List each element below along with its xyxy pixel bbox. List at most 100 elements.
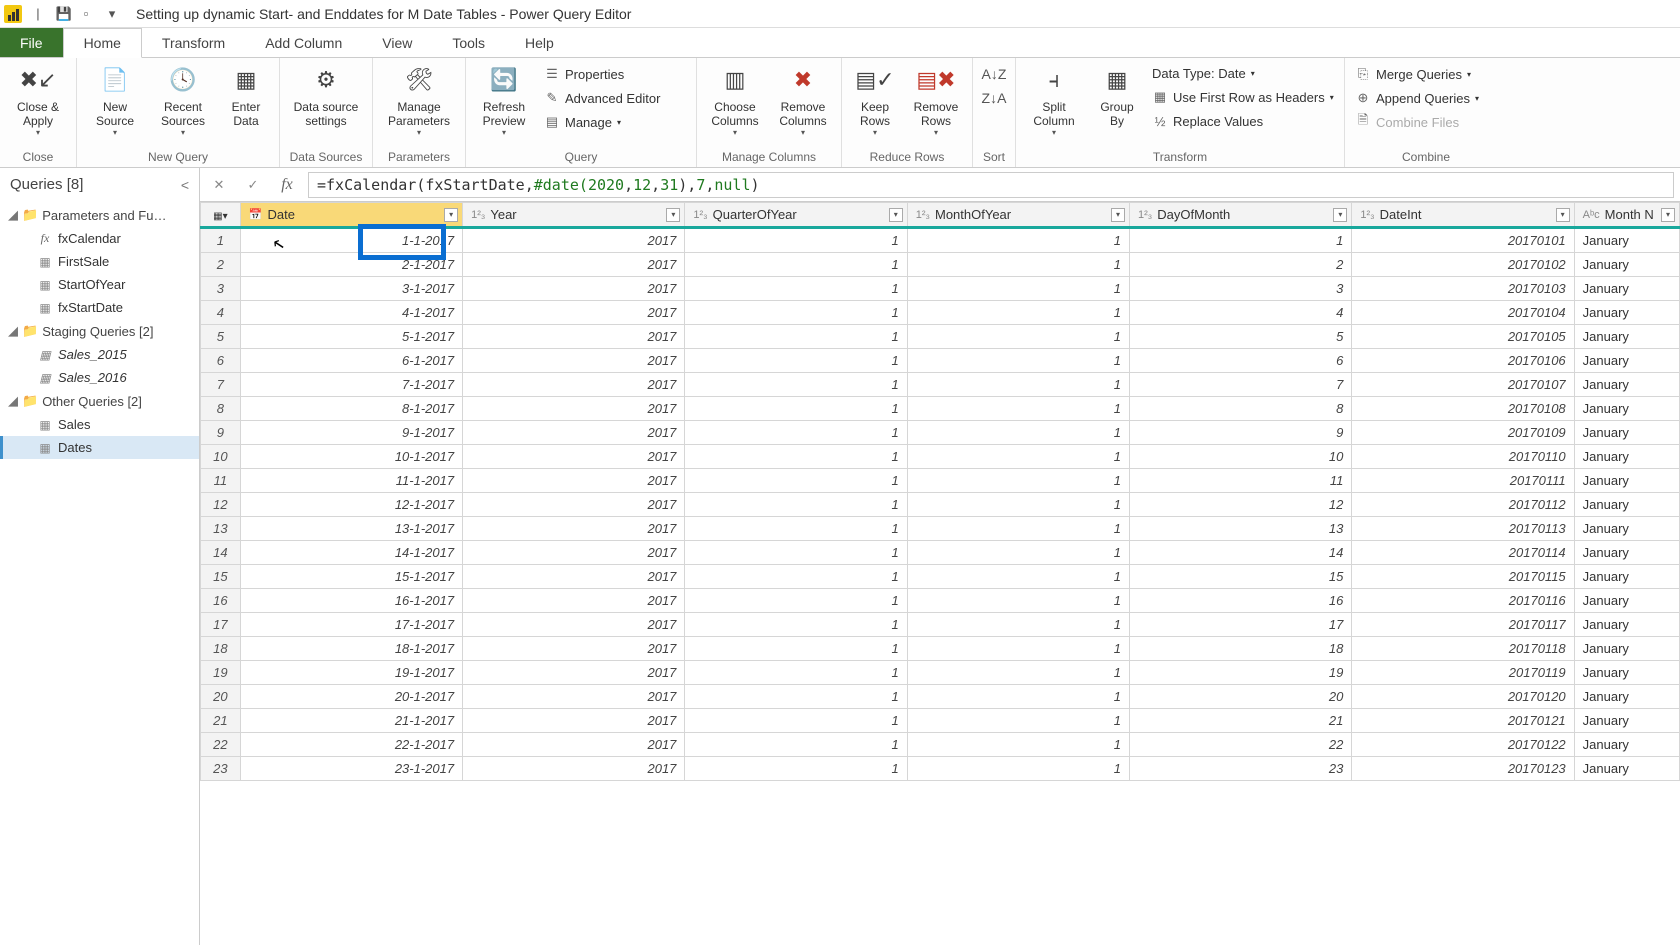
replace-values-button[interactable]: ½Replace Values [1148,111,1338,131]
cell-date[interactable]: 23-1-2017 [240,757,462,781]
cell-dayofmonth[interactable]: 11 [1130,469,1352,493]
table-row[interactable]: 55-1-2017201711520170105January [201,325,1680,349]
table-row[interactable]: 66-1-2017201711620170106January [201,349,1680,373]
cell-date[interactable]: 18-1-2017 [240,637,462,661]
cell-dateint[interactable]: 20170111 [1352,469,1574,493]
cell-monthofyear[interactable]: 1 [907,445,1129,469]
cell-quarterofyear[interactable]: 1 [685,661,907,685]
cell-monthn[interactable]: January [1574,685,1679,709]
cell-monthofyear[interactable]: 1 [907,589,1129,613]
cell-quarterofyear[interactable]: 1 [685,325,907,349]
query-item-firstsale[interactable]: ▦FirstSale [0,250,199,273]
cell-date[interactable]: 11-1-2017 [240,469,462,493]
table-row[interactable]: 99-1-2017201711920170109January [201,421,1680,445]
cell-dateint[interactable]: 20170107 [1352,373,1574,397]
cell-quarterofyear[interactable]: 1 [685,685,907,709]
cell-date[interactable]: 9-1-2017 [240,421,462,445]
cell-quarterofyear[interactable]: 1 [685,349,907,373]
cell-quarterofyear[interactable]: 1 [685,277,907,301]
row-number[interactable]: 16 [201,589,241,613]
merge-queries-button[interactable]: ⎘Merge Queries ▾ [1351,64,1501,84]
cell-date[interactable]: 10-1-2017 [240,445,462,469]
cell-date[interactable]: 15-1-2017 [240,565,462,589]
cell-dayofmonth[interactable]: 20 [1130,685,1352,709]
cell-quarterofyear[interactable]: 1 [685,541,907,565]
first-row-headers-button[interactable]: ▦Use First Row as Headers ▾ [1148,87,1338,107]
query-group[interactable]: ◢📁Staging Queries [2] [0,319,199,343]
cell-monthn[interactable]: January [1574,253,1679,277]
row-number[interactable]: 21 [201,709,241,733]
remove-columns-button[interactable]: ✖Remove Columns▾ [771,60,835,137]
row-number[interactable]: 18 [201,637,241,661]
cell-dateint[interactable]: 20170117 [1352,613,1574,637]
row-number[interactable]: 23 [201,757,241,781]
cell-dayofmonth[interactable]: 2 [1130,253,1352,277]
table-row[interactable]: 77-1-2017201711720170107January [201,373,1680,397]
cell-date[interactable]: 1-1-2017↖ [240,228,462,253]
cell-quarterofyear[interactable]: 1 [685,493,907,517]
cell-dateint[interactable]: 20170102 [1352,253,1574,277]
table-row[interactable]: 1414-1-20172017111420170114January [201,541,1680,565]
table-row[interactable]: 33-1-2017201711320170103January [201,277,1680,301]
cell-dayofmonth[interactable]: 5 [1130,325,1352,349]
cell-year[interactable]: 2017 [463,589,685,613]
keep-rows-button[interactable]: ▤✓Keep Rows▾ [848,60,902,137]
cell-quarterofyear[interactable]: 1 [685,397,907,421]
cell-dayofmonth[interactable]: 21 [1130,709,1352,733]
cell-date[interactable]: 16-1-2017 [240,589,462,613]
query-item-sales[interactable]: ▦Sales [0,413,199,436]
rownum-header[interactable]: ▦▾ [201,203,241,228]
cell-monthn[interactable]: January [1574,228,1679,253]
cell-year[interactable]: 2017 [463,253,685,277]
cell-dayofmonth[interactable]: 15 [1130,565,1352,589]
cell-date[interactable]: 7-1-2017 [240,373,462,397]
cell-dateint[interactable]: 20170103 [1352,277,1574,301]
split-column-button[interactable]: ⫞Split Column▾ [1022,60,1086,137]
cell-year[interactable]: 2017 [463,637,685,661]
tab-home[interactable]: Home [63,28,142,58]
cell-date[interactable]: 5-1-2017 [240,325,462,349]
row-number[interactable]: 12 [201,493,241,517]
new-source-button[interactable]: 📄New Source▾ [83,60,147,137]
combine-files-button[interactable]: 🗎Combine Files [1351,112,1501,132]
cell-year[interactable]: 2017 [463,613,685,637]
cell-monthofyear[interactable]: 1 [907,277,1129,301]
cell-monthofyear[interactable]: 1 [907,613,1129,637]
table-row[interactable]: 1616-1-20172017111620170116January [201,589,1680,613]
cell-monthn[interactable]: January [1574,277,1679,301]
cell-monthn[interactable]: January [1574,469,1679,493]
cell-date[interactable]: 19-1-2017 [240,661,462,685]
sort-desc-button[interactable]: Z↓A [982,90,1007,106]
close-apply-button[interactable]: ✖↙ Close & Apply ▾ [6,60,70,137]
cell-dayofmonth[interactable]: 7 [1130,373,1352,397]
cell-dayofmonth[interactable]: 22 [1130,733,1352,757]
cell-monthofyear[interactable]: 1 [907,637,1129,661]
cell-monthn[interactable]: January [1574,301,1679,325]
cell-monthofyear[interactable]: 1 [907,709,1129,733]
cell-monthn[interactable]: January [1574,709,1679,733]
row-number[interactable]: 10 [201,445,241,469]
table-row[interactable]: 1919-1-20172017111920170119January [201,661,1680,685]
cell-dayofmonth[interactable]: 23 [1130,757,1352,781]
cell-date[interactable]: 12-1-2017 [240,493,462,517]
row-number[interactable]: 15 [201,565,241,589]
cell-dayofmonth[interactable]: 19 [1130,661,1352,685]
options-icon[interactable]: ▫ [76,4,96,24]
row-number[interactable]: 14 [201,541,241,565]
cell-monthn[interactable]: January [1574,517,1679,541]
cell-dateint[interactable]: 20170119 [1352,661,1574,685]
cell-quarterofyear[interactable]: 1 [685,469,907,493]
cell-date[interactable]: 14-1-2017 [240,541,462,565]
cell-quarterofyear[interactable]: 1 [685,565,907,589]
cell-dayofmonth[interactable]: 1 [1130,228,1352,253]
cell-year[interactable]: 2017 [463,277,685,301]
table-row[interactable]: 1111-1-20172017111120170111January [201,469,1680,493]
tab-add-column[interactable]: Add Column [245,28,362,57]
cell-date[interactable]: 4-1-2017 [240,301,462,325]
cell-dateint[interactable]: 20170110 [1352,445,1574,469]
group-by-button[interactable]: ▦Group By [1090,60,1144,128]
column-header-dateint[interactable]: 1²₃DateInt▾ [1352,203,1574,228]
cell-dateint[interactable]: 20170120 [1352,685,1574,709]
cell-year[interactable]: 2017 [463,421,685,445]
row-number[interactable]: 17 [201,613,241,637]
